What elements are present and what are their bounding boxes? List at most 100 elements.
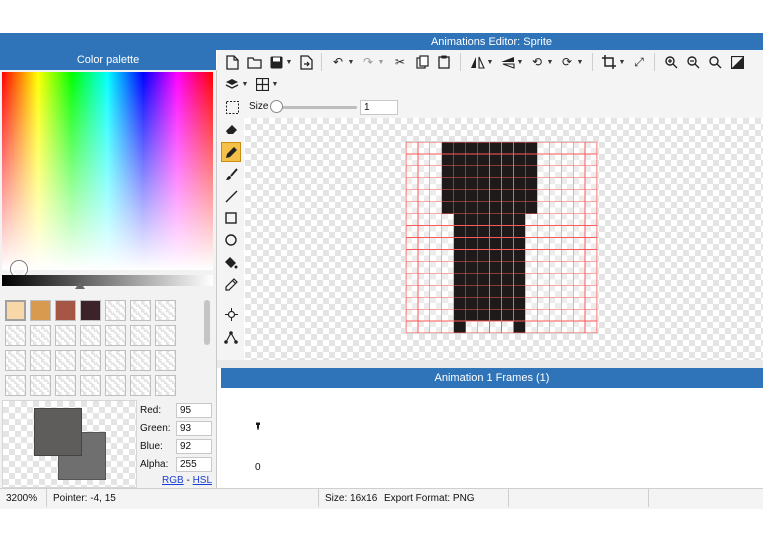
invert-icon[interactable] xyxy=(728,53,746,71)
layers-icon[interactable] xyxy=(223,75,241,93)
grid-dropdown-caret[interactable]: ▼ xyxy=(272,75,279,93)
line-icon[interactable] xyxy=(222,187,240,205)
primary-color-square[interactable] xyxy=(34,408,82,456)
redo-dropdown-caret[interactable]: ▼ xyxy=(378,53,385,71)
brightness-slider-cursor[interactable] xyxy=(75,282,85,289)
save-dropdown-caret[interactable]: ▼ xyxy=(286,53,293,71)
open-folder-icon[interactable] xyxy=(245,53,263,71)
flip-vertical-icon[interactable] xyxy=(498,53,516,71)
empty-swatch[interactable] xyxy=(130,325,151,346)
empty-swatch[interactable] xyxy=(80,375,101,396)
transparent-cell xyxy=(549,153,556,160)
transparent-cell xyxy=(429,249,436,256)
brush-icon[interactable] xyxy=(222,165,240,183)
empty-swatch[interactable] xyxy=(55,325,76,346)
frame-thumbnail[interactable] xyxy=(254,422,262,430)
layers-dropdown-caret[interactable]: ▼ xyxy=(242,75,249,93)
empty-swatch[interactable] xyxy=(80,350,101,371)
rotate-right-icon[interactable]: ⟳ xyxy=(558,53,576,71)
rotate-right-dropdown-caret[interactable]: ▼ xyxy=(577,53,584,71)
redo-icon[interactable]: ↷ xyxy=(359,53,377,71)
empty-swatch[interactable] xyxy=(30,375,51,396)
palette-scrollbar[interactable] xyxy=(204,300,210,345)
rgb-mode-link[interactable]: RGB xyxy=(162,475,184,486)
empty-swatch[interactable] xyxy=(55,375,76,396)
pencil-icon[interactable] xyxy=(221,142,241,162)
undo-dropdown-caret[interactable]: ▼ xyxy=(348,53,355,71)
color-spectrum[interactable] xyxy=(2,72,213,270)
red-field[interactable]: 95 xyxy=(176,403,212,418)
sprite-pixels[interactable] xyxy=(406,142,597,333)
eyedropper-icon[interactable] xyxy=(222,275,240,293)
paste-icon[interactable] xyxy=(435,53,453,71)
ellipse-icon[interactable] xyxy=(222,231,240,249)
green-field[interactable]: 93 xyxy=(176,421,212,436)
select-icon[interactable] xyxy=(223,98,241,116)
empty-swatch[interactable] xyxy=(80,325,101,346)
transparent-cell xyxy=(429,285,436,292)
save-icon[interactable] xyxy=(267,53,285,71)
crop-icon[interactable] xyxy=(600,53,618,71)
size-field[interactable]: 1 xyxy=(360,100,398,115)
empty-swatch[interactable] xyxy=(30,350,51,371)
rotate-left-dropdown-caret[interactable]: ▼ xyxy=(547,53,554,71)
swatch-4[interactable] xyxy=(80,300,101,321)
empty-swatch[interactable] xyxy=(105,350,126,371)
empty-swatch[interactable] xyxy=(105,325,126,346)
transparent-cell xyxy=(501,321,508,328)
empty-swatch[interactable] xyxy=(130,350,151,371)
empty-swatch[interactable] xyxy=(5,325,26,346)
empty-swatch[interactable] xyxy=(105,375,126,396)
rectangle-icon[interactable] xyxy=(222,209,240,227)
size-slider-track[interactable] xyxy=(275,106,357,109)
swatch-1[interactable] xyxy=(5,300,26,321)
flip-h-dropdown-caret[interactable]: ▼ xyxy=(487,53,494,71)
crop-dropdown-caret[interactable]: ▼ xyxy=(619,53,626,71)
transparent-cell xyxy=(429,213,436,220)
transparent-cell xyxy=(585,142,592,148)
copy-icon[interactable] xyxy=(413,53,431,71)
empty-swatch[interactable] xyxy=(105,300,126,321)
transparent-cell xyxy=(435,207,442,214)
swatch-3[interactable] xyxy=(55,300,76,321)
cut-icon[interactable]: ✂ xyxy=(391,53,409,71)
empty-swatch[interactable] xyxy=(155,300,176,321)
rotate-left-icon[interactable]: ⟲ xyxy=(528,53,546,71)
zoom-out-icon[interactable] xyxy=(684,53,702,71)
transparent-cell xyxy=(465,321,472,328)
flip-horizontal-icon[interactable] xyxy=(468,53,486,71)
new-file-icon[interactable] xyxy=(223,53,241,71)
zoom-fit-icon[interactable] xyxy=(706,53,724,71)
empty-swatch[interactable] xyxy=(155,350,176,371)
alpha-field[interactable]: 255 xyxy=(176,457,212,472)
empty-swatch[interactable] xyxy=(5,375,26,396)
empty-swatch[interactable] xyxy=(130,300,151,321)
fill-bucket-icon[interactable] xyxy=(222,253,240,271)
empty-swatch[interactable] xyxy=(55,350,76,371)
blue-field[interactable]: 92 xyxy=(176,439,212,454)
brightness-slider[interactable] xyxy=(2,275,213,286)
empty-swatch[interactable] xyxy=(155,375,176,396)
undo-icon[interactable]: ↶ xyxy=(329,53,347,71)
eraser-icon[interactable] xyxy=(222,120,240,138)
canvas-viewport[interactable] xyxy=(245,118,763,360)
flip-v-dropdown-caret[interactable]: ▼ xyxy=(517,53,524,71)
empty-swatch[interactable] xyxy=(30,325,51,346)
sprite-canvas[interactable] xyxy=(405,141,598,334)
hsl-mode-link[interactable]: HSL xyxy=(193,475,212,486)
export-icon[interactable] xyxy=(297,53,315,71)
zoom-in-icon[interactable] xyxy=(662,53,680,71)
tools-column xyxy=(217,118,244,360)
empty-swatch[interactable] xyxy=(5,350,26,371)
pivot-icon[interactable] xyxy=(222,305,240,323)
swatch-grid xyxy=(0,298,200,398)
transparent-cell xyxy=(537,189,544,196)
status-separator xyxy=(318,489,319,507)
grid-icon[interactable] xyxy=(253,75,271,93)
empty-swatch[interactable] xyxy=(155,325,176,346)
resize-icon[interactable]: ⤢ xyxy=(630,53,648,71)
swatch-2[interactable] xyxy=(30,300,51,321)
empty-swatch[interactable] xyxy=(130,375,151,396)
bone-icon[interactable] xyxy=(222,328,240,346)
size-slider-thumb[interactable] xyxy=(270,100,283,113)
